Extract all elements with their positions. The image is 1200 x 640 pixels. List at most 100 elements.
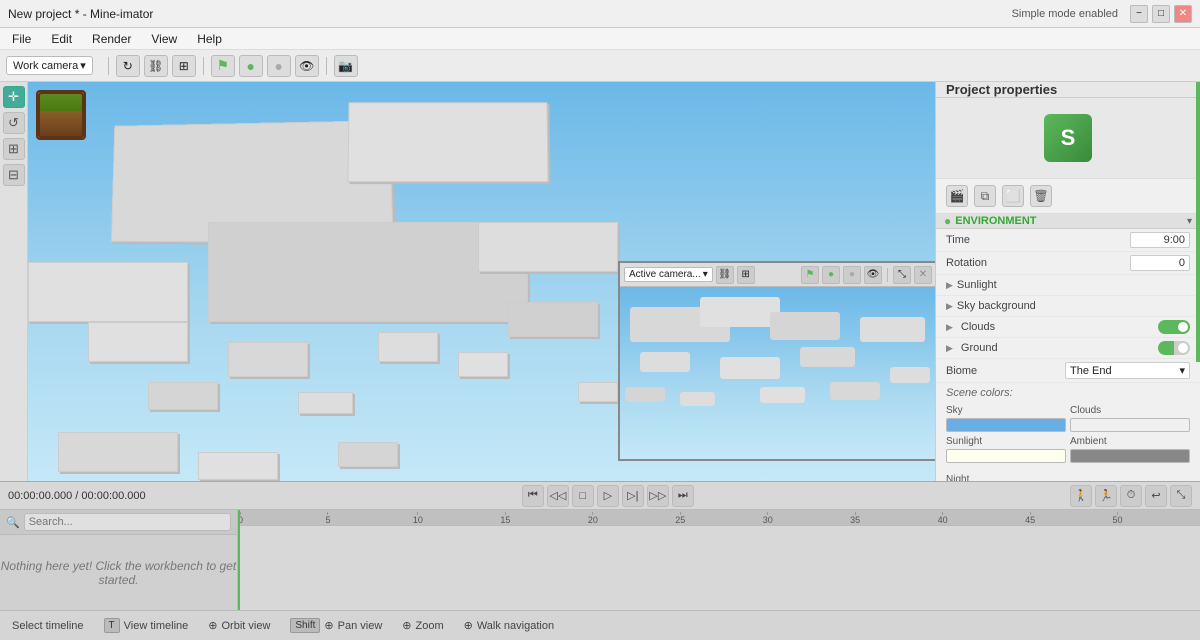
- camera-select[interactable]: Work camera ▾: [6, 56, 93, 75]
- rotate-tool-btn[interactable]: ↺: [3, 112, 25, 134]
- environment-dot: ●: [944, 214, 951, 228]
- rotation-value[interactable]: 0: [1130, 255, 1190, 271]
- close-button[interactable]: ✕: [1174, 5, 1192, 23]
- next-frame-button[interactable]: ▷▷: [647, 485, 669, 507]
- view-timeline-key: T: [104, 618, 120, 633]
- toolbar-sep2: [203, 57, 204, 75]
- toolbar-eye-btn[interactable]: 👁: [295, 55, 319, 77]
- sub-grid-icon: ⊞: [742, 269, 750, 280]
- clouds-color-swatch[interactable]: [1070, 418, 1190, 432]
- menu-view[interactable]: View: [143, 30, 185, 48]
- rewind-button[interactable]: ⏮: [522, 485, 544, 507]
- walk-icon-btn[interactable]: 🚶: [1070, 485, 1092, 507]
- clock-btn[interactable]: ⏱: [1120, 485, 1142, 507]
- main-viewport[interactable]: Active camera... ▾ ⛓ ⊞ ⚑ ● ● 👁 ⤡ ✕: [28, 82, 935, 481]
- expand-btn[interactable]: ⤡: [1170, 485, 1192, 507]
- sub-expand-btn[interactable]: ⤡: [893, 266, 911, 284]
- timeline-search-input[interactable]: [24, 513, 231, 531]
- add-tool-btn[interactable]: ⊞: [3, 138, 25, 160]
- ruler-mark-45: 45: [1025, 510, 1035, 525]
- proj-icon-3[interactable]: ⬜: [1002, 185, 1024, 207]
- sub-circle2-icon: ●: [849, 269, 855, 280]
- menu-file[interactable]: File: [4, 30, 39, 48]
- clouds-color-label: Clouds: [1070, 405, 1190, 416]
- run-icon-btn[interactable]: 🏃: [1095, 485, 1117, 507]
- toolbar-sep3: [326, 57, 327, 75]
- toolbar-grid-btn[interactable]: ⊞: [172, 55, 196, 77]
- ruler-mark-20: 20: [588, 510, 598, 525]
- menu-edit[interactable]: Edit: [43, 30, 80, 48]
- ambient-color-swatch[interactable]: [1070, 449, 1190, 463]
- menu-render[interactable]: Render: [84, 30, 139, 48]
- sub-link-btn[interactable]: ⛓: [716, 266, 734, 284]
- sky-color-swatch[interactable]: [946, 418, 1066, 432]
- sub-eye-btn[interactable]: 👁: [864, 266, 882, 284]
- sunlight-expand[interactable]: ▶ Sunlight: [936, 275, 1200, 296]
- biome-select[interactable]: The End ▾: [1065, 362, 1190, 379]
- view-timeline-item: T View timeline: [104, 618, 189, 633]
- last-frame-button[interactable]: ⏭: [672, 485, 694, 507]
- mc-block-12: [508, 302, 598, 337]
- night-color-label: Night: [946, 474, 969, 481]
- proj-icon-4[interactable]: 🗑: [1030, 185, 1052, 207]
- ambient-color-label: Ambient: [1070, 436, 1190, 447]
- remove-tool-btn[interactable]: ⊟: [3, 164, 25, 186]
- mc-block-6: [88, 322, 188, 362]
- toolbar-circle2-btn[interactable]: ●: [267, 55, 291, 77]
- ruler-mark-35: 35: [850, 510, 860, 525]
- ruler-mark-15: 15: [500, 510, 510, 525]
- active-camera-select[interactable]: Active camera... ▾: [624, 267, 713, 282]
- sub-flag-btn[interactable]: ⚑: [801, 266, 819, 284]
- sub-grid-btn[interactable]: ⊞: [737, 266, 755, 284]
- select-timeline-item: Select timeline: [12, 620, 84, 632]
- minimize-button[interactable]: −: [1130, 5, 1148, 23]
- proj-icon-film: 🎬: [950, 189, 965, 203]
- time-value[interactable]: 9:00: [1130, 232, 1190, 248]
- env-collapse-icon: ▾: [1187, 216, 1192, 227]
- timeline-body: 🔍 Nothing here yet! Click the workbench …: [0, 510, 1200, 610]
- sunlight-color-swatch[interactable]: [946, 449, 1066, 463]
- project-properties-header: Project properties: [936, 82, 1200, 98]
- select-tool-btn[interactable]: ✛: [3, 86, 25, 108]
- sunlight-color-item: Sunlight: [946, 436, 1066, 463]
- toolbar-cam-btn[interactable]: 📷: [334, 55, 358, 77]
- toolbar-green1-btn[interactable]: ⚑: [211, 55, 235, 77]
- ground-toggle[interactable]: [1158, 341, 1190, 355]
- project-logo: S: [1044, 114, 1092, 162]
- toolbar-circle-btn[interactable]: ●: [239, 55, 263, 77]
- proj-icon-1[interactable]: 🎬: [946, 185, 968, 207]
- next-keyframe-button[interactable]: ▷|: [622, 485, 644, 507]
- menu-help[interactable]: Help: [189, 30, 230, 48]
- proj-icon-2[interactable]: ⧉: [974, 185, 996, 207]
- sub-cloud-8: [625, 387, 665, 402]
- clouds-row: ▶ Clouds: [936, 317, 1200, 338]
- sub-circle2-btn[interactable]: ●: [843, 266, 861, 284]
- maximize-button[interactable]: □: [1152, 5, 1170, 23]
- sub-circle-btn[interactable]: ●: [822, 266, 840, 284]
- scene-colors-label: Scene colors:: [946, 387, 1013, 399]
- mc-block-16: [338, 442, 398, 467]
- ground-label: Ground: [961, 342, 1154, 354]
- sub-camera-viewport: Active camera... ▾ ⛓ ⊞ ⚑ ● ● 👁 ⤡ ✕: [618, 261, 935, 461]
- clouds-label: Clouds: [961, 321, 1154, 333]
- loop-btn[interactable]: ↩: [1145, 485, 1167, 507]
- prev-frame-button[interactable]: ◁◁: [547, 485, 569, 507]
- sky-background-expand[interactable]: ▶ Sky background: [936, 296, 1200, 317]
- mc-block-4: [28, 262, 188, 322]
- stop-button[interactable]: □: [572, 485, 594, 507]
- sub-cloud-11: [830, 382, 880, 400]
- zoom-label: Zoom: [415, 620, 443, 632]
- proj-icon-copy: ⧉: [981, 189, 990, 204]
- play-button[interactable]: ▷: [597, 485, 619, 507]
- toolbar-link-btn[interactable]: ⛓: [144, 55, 168, 77]
- playhead[interactable]: [238, 510, 240, 610]
- ground-arrow-icon: ▶: [946, 343, 953, 354]
- clouds-toggle[interactable]: [1158, 320, 1190, 334]
- sub-close-btn[interactable]: ✕: [914, 266, 932, 284]
- environment-section-header[interactable]: ● ENVIRONMENT ▾: [936, 214, 1200, 229]
- mc-block-9: [458, 352, 508, 377]
- orbit-view-item: ⊕ Orbit view: [208, 619, 270, 632]
- left-toolbar: ✛ ↺ ⊞ ⊟: [0, 82, 28, 481]
- mc-block-13: [578, 382, 618, 402]
- toolbar-rotate-btn[interactable]: ↻: [116, 55, 140, 77]
